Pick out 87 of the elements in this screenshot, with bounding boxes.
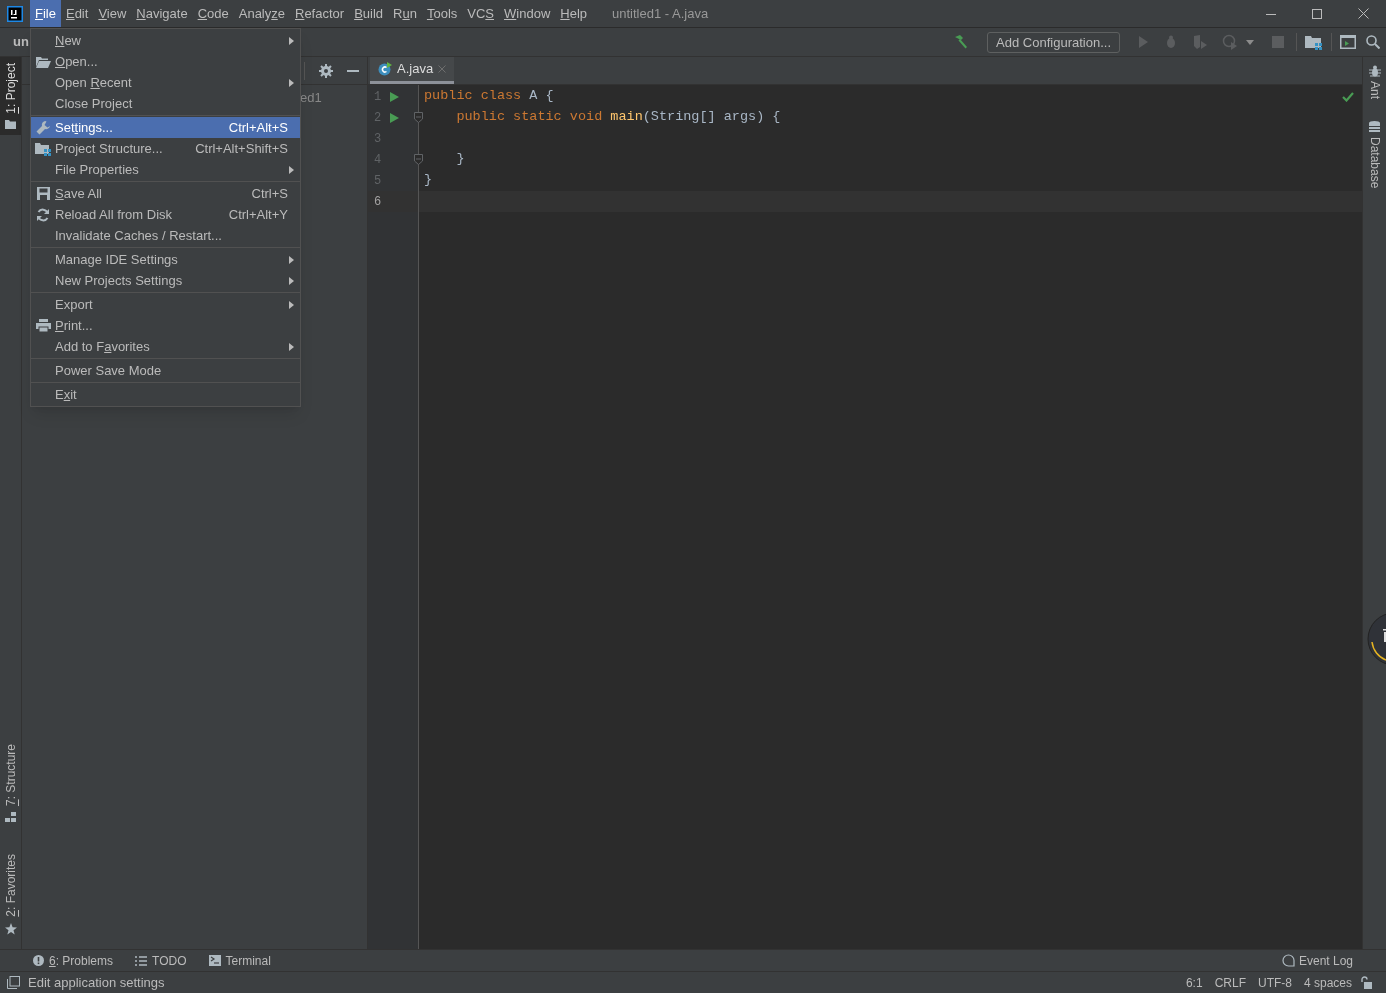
open-folder-icon: [35, 55, 51, 68]
menu-item[interactable]: VCS: [462, 0, 499, 27]
tool-window-tab[interactable]: Ant: [1365, 65, 1384, 99]
menu-item[interactable]: Reload All from Disk Ctrl+Alt+Y: [31, 204, 300, 225]
menu-item[interactable]: New Projects Settings: [31, 270, 300, 291]
caret-icon[interactable]: [1246, 39, 1254, 45]
search-icon[interactable]: [1366, 35, 1380, 49]
menu-item[interactable]: File: [30, 0, 61, 27]
blocks-icon: [5, 812, 16, 823]
run-configuration-button[interactable]: Add Configuration...: [987, 31, 1120, 53]
ant-icon: [1368, 65, 1381, 77]
terminal-icon: [208, 955, 221, 966]
tool-window-tab[interactable]: Terminal: [208, 951, 271, 970]
run-gutter-icon[interactable]: [390, 112, 399, 123]
status-item[interactable]: CRLF: [1214, 973, 1246, 992]
menu-item[interactable]: Settings... Ctrl+Alt+S: [31, 117, 300, 138]
code-line: public class A {: [424, 87, 554, 106]
menu-item[interactable]: Close Project: [31, 93, 300, 114]
menu-item[interactable]: Manage IDE Settings: [31, 249, 300, 270]
menu-item[interactable]: Analyze: [233, 0, 290, 27]
menu-item[interactable]: New: [31, 30, 300, 51]
tool-window-tab[interactable]: TODO: [135, 951, 187, 970]
minimize-panel-icon[interactable]: [347, 69, 359, 72]
panel-toggle-icon[interactable]: [7, 976, 20, 989]
printer-icon: [35, 319, 51, 332]
menu-item[interactable]: Open Recent: [31, 72, 300, 93]
menu-item[interactable]: Tools: [421, 0, 463, 27]
code-line: }: [424, 171, 433, 190]
menu-item[interactable]: Run: [388, 0, 422, 27]
breadcrumb[interactable]: un: [13, 32, 29, 52]
folder-grid-icon: [35, 141, 51, 156]
checkmark-icon: [1342, 92, 1354, 102]
fold-icon[interactable]: [414, 112, 423, 123]
class-icon: [378, 62, 392, 76]
status-item[interactable]: 4 spaces: [1303, 973, 1352, 992]
run-gutter-icon[interactable]: [390, 91, 399, 102]
star-icon: [4, 923, 17, 935]
menu-item[interactable]: Invalidate Caches / Restart...: [31, 225, 300, 246]
menu-item[interactable]: Print...: [31, 315, 300, 336]
menu-item[interactable]: Add to Favorites: [31, 336, 300, 357]
menu-item[interactable]: Build: [349, 0, 389, 27]
menu-item[interactable]: Code: [192, 0, 234, 27]
tool-window-tab[interactable]: 2: Favorites: [0, 848, 21, 941]
code-line: }: [455, 150, 465, 169]
settings-icon[interactable]: [319, 63, 333, 78]
menu-item[interactable]: Save All Ctrl+S: [31, 183, 300, 204]
database-icon: [1369, 121, 1380, 133]
tree-item[interactable]: ed1: [300, 90, 322, 105]
event-log-tab[interactable]: Event Log: [1298, 951, 1353, 970]
tool-window-tab[interactable]: 6: Problems: [33, 951, 114, 970]
close-icon[interactable]: [1357, 8, 1369, 19]
menu-item[interactable]: Refactor: [290, 0, 350, 27]
hammer-icon[interactable]: [953, 34, 970, 50]
menu-item[interactable]: Help: [555, 0, 592, 27]
editor-tab[interactable]: A.java: [370, 57, 455, 84]
app-logo-icon: [7, 5, 23, 22]
folder-icon: [5, 119, 16, 129]
speech-bubble-icon: [1281, 954, 1295, 967]
folder-grid-icon[interactable]: [1305, 34, 1323, 50]
status-message: Edit application settings: [28, 973, 165, 992]
menu-item[interactable]: File Properties: [31, 159, 300, 180]
menu-item[interactable]: Navigate: [131, 0, 193, 27]
menu-item[interactable]: Export: [31, 294, 300, 315]
reload-icon: [36, 207, 50, 222]
code-line: public static void main(String[] args) {: [455, 108, 781, 127]
wrench-icon: [35, 120, 51, 135]
menu-item[interactable]: Exit: [31, 384, 300, 405]
status-item[interactable]: 6:1: [1185, 973, 1203, 992]
window-icon[interactable]: [1340, 35, 1356, 49]
menu-item[interactable]: Window: [499, 0, 556, 27]
unlock-icon[interactable]: [1360, 976, 1372, 989]
menu-item[interactable]: Project Structure... Ctrl+Alt+Shift+S: [31, 138, 300, 159]
menu-item[interactable]: View: [93, 0, 132, 27]
dial-icon[interactable]: [1367, 612, 1386, 666]
maximize-icon[interactable]: [1312, 8, 1322, 19]
menu-item[interactable]: Open...: [31, 51, 300, 72]
tool-window-tab[interactable]: 7: Structure: [0, 738, 21, 829]
line-number: 6: [374, 193, 383, 211]
tool-window-tab[interactable]: 1: Project: [0, 57, 21, 135]
list-icon: [135, 955, 148, 966]
fold-icon[interactable]: [414, 154, 423, 165]
status-item[interactable]: UTF-8: [1257, 973, 1292, 992]
exclamation-icon: [33, 955, 44, 966]
tool-window-tab[interactable]: Database: [1365, 121, 1384, 189]
menu-item[interactable]: Power Save Mode: [31, 360, 300, 381]
window-title: untitled1 - A.java: [612, 4, 709, 23]
menu-item[interactable]: Edit: [60, 0, 94, 27]
